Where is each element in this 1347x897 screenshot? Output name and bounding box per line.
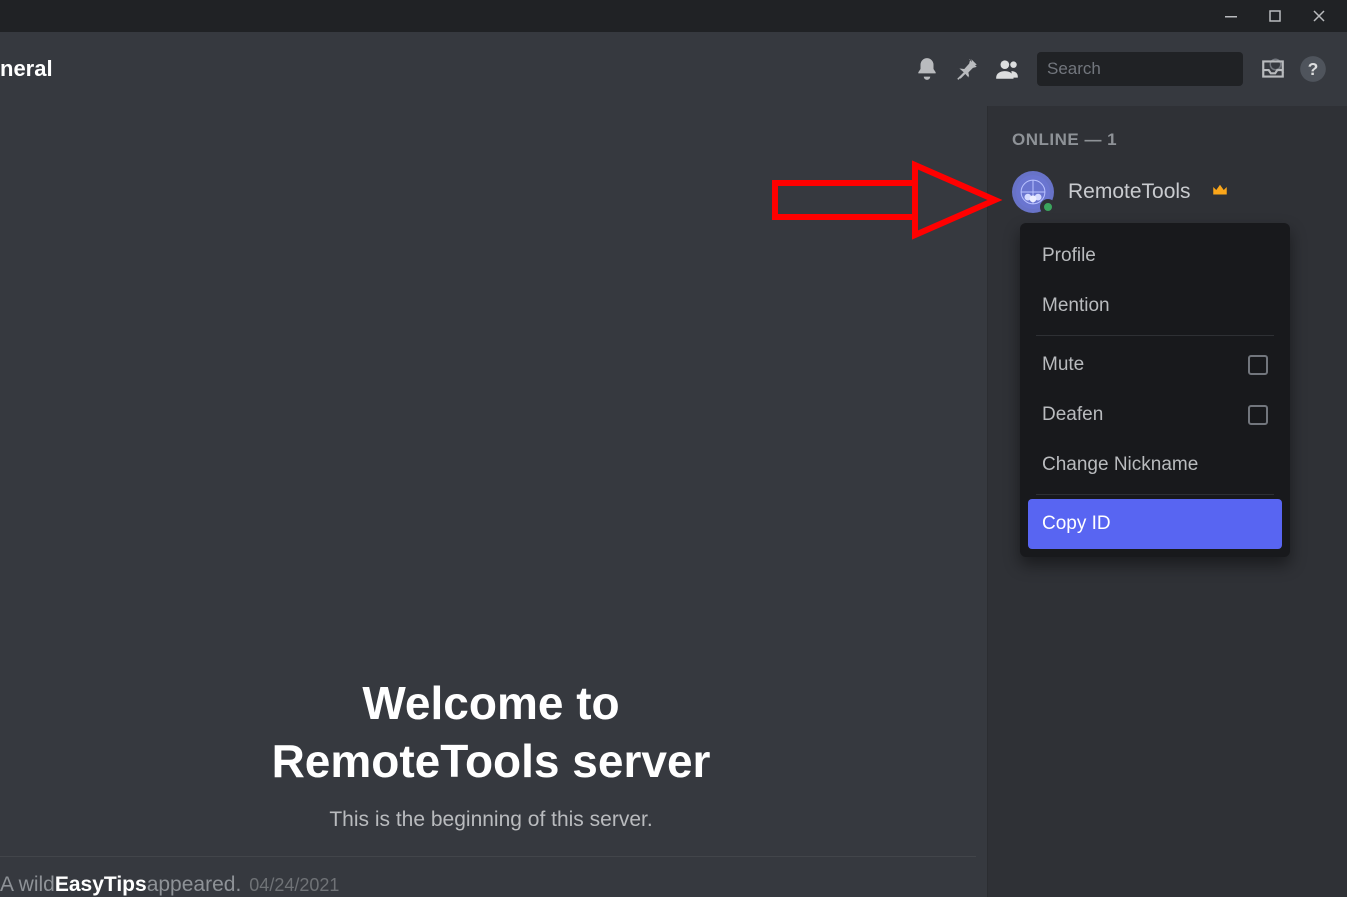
welcome-title-line1: Welcome to bbox=[0, 675, 982, 733]
system-message-username[interactable]: EasyTips bbox=[55, 873, 147, 897]
welcome-title-line2: RemoteTools server bbox=[0, 733, 982, 791]
context-item-deafen[interactable]: Deafen bbox=[1028, 390, 1282, 440]
context-item-mention[interactable]: Mention bbox=[1028, 281, 1282, 331]
welcome-subtitle: This is the beginning of this server. bbox=[0, 808, 982, 832]
channel-header: neral ? bbox=[0, 32, 1347, 106]
system-message-suffix: appeared. bbox=[147, 873, 242, 897]
context-item-mute[interactable]: Mute bbox=[1028, 340, 1282, 390]
context-item-label: Profile bbox=[1042, 245, 1096, 267]
context-item-label: Mute bbox=[1042, 354, 1084, 376]
context-item-profile[interactable]: Profile bbox=[1028, 231, 1282, 281]
context-item-label: Copy ID bbox=[1042, 513, 1111, 535]
status-online-icon bbox=[1040, 199, 1056, 215]
window-maximize-button[interactable] bbox=[1253, 0, 1297, 32]
system-message-prefix: A wild bbox=[0, 873, 55, 897]
pinned-messages-icon[interactable] bbox=[947, 56, 987, 82]
window-minimize-button[interactable] bbox=[1209, 0, 1253, 32]
context-item-label: Mention bbox=[1042, 295, 1110, 317]
context-separator bbox=[1036, 494, 1274, 495]
context-item-label: Deafen bbox=[1042, 404, 1103, 426]
window-titlebar bbox=[0, 0, 1347, 32]
notifications-icon[interactable] bbox=[907, 56, 947, 82]
window-close-button[interactable] bbox=[1297, 0, 1341, 32]
member-list-icon[interactable] bbox=[987, 56, 1027, 82]
search-input[interactable] bbox=[1047, 59, 1268, 79]
checkbox-icon[interactable] bbox=[1248, 405, 1268, 425]
system-message: A wild EasyTips appeared. 04/24/2021 bbox=[0, 857, 982, 897]
svg-text:?: ? bbox=[1308, 58, 1319, 78]
context-item-change-nickname[interactable]: Change Nickname bbox=[1028, 440, 1282, 490]
member-row[interactable]: RemoteTools bbox=[1012, 168, 1327, 216]
member-group-header: ONLINE — 1 bbox=[1012, 130, 1327, 150]
channel-name: neral bbox=[0, 56, 53, 82]
avatar[interactable] bbox=[1012, 171, 1054, 213]
user-context-menu: Profile Mention Mute Deafen Change Nickn… bbox=[1020, 223, 1290, 557]
context-separator bbox=[1036, 335, 1274, 336]
chat-scroll[interactable]: Welcome to RemoteTools server This is th… bbox=[0, 106, 982, 897]
checkbox-icon[interactable] bbox=[1248, 355, 1268, 375]
context-item-copy-id[interactable]: Copy ID bbox=[1028, 499, 1282, 549]
context-item-label: Change Nickname bbox=[1042, 454, 1198, 476]
help-icon[interactable]: ? bbox=[1293, 55, 1333, 83]
search-box[interactable] bbox=[1037, 52, 1243, 86]
member-name[interactable]: RemoteTools bbox=[1068, 180, 1191, 204]
chat-area: Welcome to RemoteTools server This is th… bbox=[0, 106, 982, 897]
system-message-timestamp: 04/24/2021 bbox=[249, 875, 339, 896]
server-owner-crown-icon bbox=[1211, 181, 1229, 204]
inbox-icon[interactable] bbox=[1253, 56, 1293, 82]
welcome-block: Welcome to RemoteTools server This is th… bbox=[0, 675, 982, 856]
